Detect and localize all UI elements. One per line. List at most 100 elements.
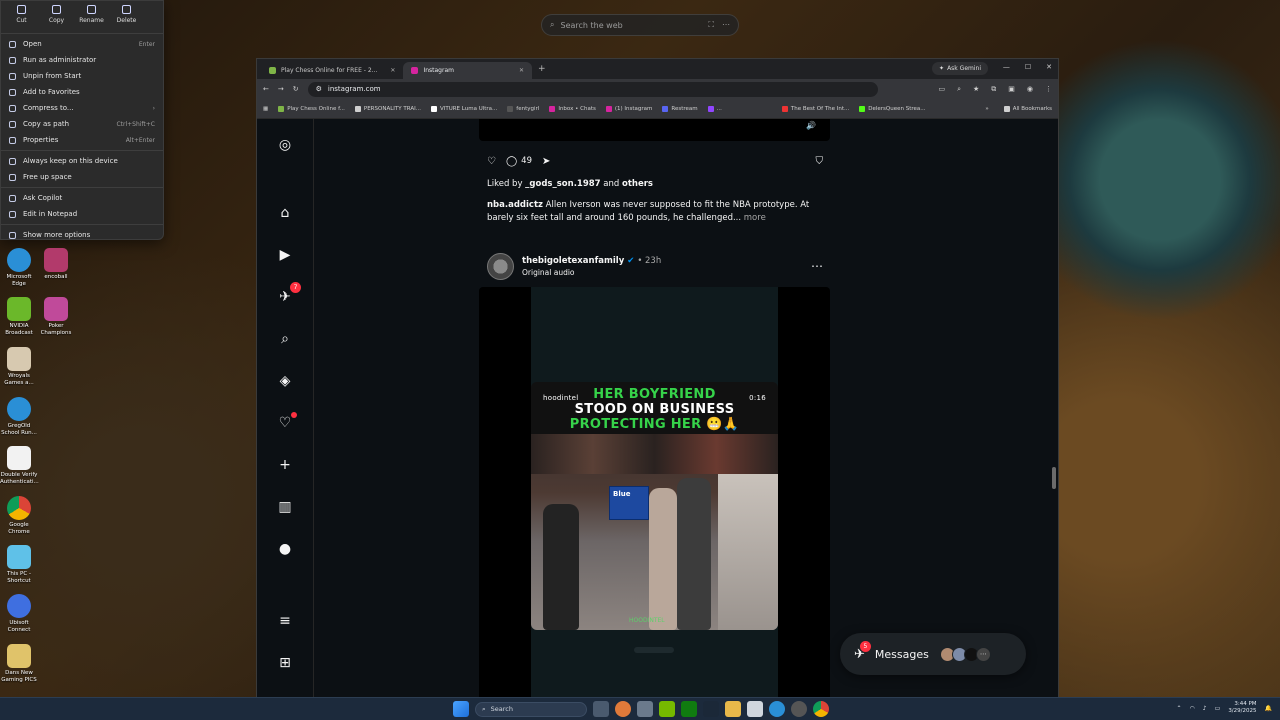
- bookmark-item[interactable]: The Best Of The Int...: [781, 105, 849, 112]
- menu-icon[interactable]: ⋮: [1045, 85, 1052, 94]
- post-options-icon[interactable]: ⋯: [811, 259, 823, 273]
- store-icon[interactable]: [747, 701, 763, 717]
- messages-button[interactable]: ✈ 5 Messages ⋯: [840, 633, 1026, 675]
- bookmark-item[interactable]: Inbox • Chats: [549, 105, 596, 112]
- ask-gemini-button[interactable]: ✦ Ask Gemini: [932, 62, 988, 75]
- instagram-logo-icon[interactable]: ◎: [275, 135, 295, 155]
- clock[interactable]: 3:44 PM 3/29/2025: [1228, 701, 1256, 715]
- dashboard-icon[interactable]: ▥: [275, 497, 295, 517]
- nvidia-icon[interactable]: [659, 701, 675, 717]
- close-window-button[interactable]: ✕: [1046, 63, 1052, 71]
- desktop-icon-encoball[interactable]: encoball: [37, 248, 75, 281]
- visual-search-icon[interactable]: ⛶: [708, 20, 714, 30]
- bookmark-star-icon[interactable]: ★: [973, 85, 979, 94]
- bookmark-item[interactable]: VITURE Luma Ultra...: [430, 105, 497, 112]
- tab-chess[interactable]: Play Chess Online for FREE - 2... ✕: [261, 62, 403, 79]
- explore-icon[interactable]: ◈: [275, 371, 295, 391]
- reload-icon[interactable]: ↻: [293, 85, 299, 93]
- delete-button[interactable]: Delete: [110, 5, 143, 27]
- desktop-icon-wroyals[interactable]: Wroyals Games a...: [0, 347, 38, 387]
- caption-username-link[interactable]: nba.addictz: [487, 200, 543, 210]
- menu-item-edit-notepad[interactable]: Edit in Notepad: [1, 206, 163, 222]
- bookmark-apps-icon[interactable]: ▦: [263, 106, 268, 112]
- bookmark-item[interactable]: fentygirl: [507, 105, 539, 112]
- task-view-icon[interactable]: [593, 701, 609, 717]
- volume-icon[interactable]: 🔊: [806, 121, 816, 130]
- notifications-bell-icon[interactable]: 🔔: [1265, 705, 1272, 712]
- url-bar[interactable]: ⚙ instagram.com: [307, 81, 878, 97]
- post-video[interactable]: HER BOYFRIEND STOOD ON BUSINESS PROTECTI…: [479, 287, 830, 697]
- cast-icon[interactable]: ▭: [938, 85, 945, 94]
- start-windows-icon[interactable]: [453, 701, 469, 717]
- new-tab-button[interactable]: +: [538, 64, 546, 74]
- bookmark-item[interactable]: ...: [707, 105, 722, 112]
- bookmark-item[interactable]: (1) Instagram: [605, 105, 652, 112]
- profile-icon[interactable]: ◉: [1027, 85, 1033, 94]
- volume-icon[interactable]: ♪: [1203, 705, 1207, 712]
- desktop-icon-nvidia-broadcast[interactable]: NVIDIA Broadcast: [0, 297, 38, 337]
- search-icon[interactable]: ⌕: [275, 329, 295, 349]
- menu-item-favorites[interactable]: Add to Favorites: [1, 84, 163, 100]
- close-icon[interactable]: ✕: [519, 67, 524, 74]
- avatar[interactable]: [487, 252, 514, 280]
- video-clip[interactable]: HER BOYFRIEND STOOD ON BUSINESS PROTECTI…: [531, 382, 778, 630]
- reels-icon[interactable]: ▶: [275, 245, 295, 265]
- post-audio-link[interactable]: Original audio: [522, 268, 661, 277]
- back-icon[interactable]: ←: [263, 85, 269, 93]
- extensions-icon[interactable]: ⧉: [991, 85, 996, 94]
- more-icon[interactable]: ⋯: [722, 20, 730, 30]
- menu-item-properties[interactable]: Properties Alt+Enter: [1, 132, 163, 148]
- app-icon[interactable]: [791, 701, 807, 717]
- menu-item-show-more[interactable]: Show more options: [1, 227, 163, 243]
- liked-by-others-link[interactable]: others: [622, 179, 653, 189]
- battery-icon[interactable]: ▭: [1215, 705, 1221, 712]
- notifications-heart-icon[interactable]: ♡: [275, 412, 297, 433]
- desktop-icon-gregold[interactable]: GregOld School Run...: [0, 397, 38, 437]
- menu-item-keep-on-device[interactable]: Always keep on this device: [1, 153, 163, 169]
- maximize-button[interactable]: ☐: [1025, 63, 1031, 71]
- direct-messages-icon[interactable]: ✈ 7: [275, 282, 301, 307]
- desktop-search-bar[interactable]: ⌕ Search the web ⛶ ⋯: [541, 14, 739, 36]
- rename-button[interactable]: Rename: [75, 5, 108, 27]
- save-bookmark-icon[interactable]: ⛉: [816, 156, 824, 167]
- chevron-up-icon[interactable]: ⌃: [1177, 705, 1182, 712]
- tab-instagram[interactable]: Instagram ✕: [403, 62, 532, 79]
- menu-item-ask-copilot[interactable]: Ask Copilot: [1, 190, 163, 206]
- desktop-icon-this-pc[interactable]: This PC - Shortcut: [0, 545, 38, 585]
- desktop-icon-ubisoft[interactable]: Ubisoft Connect: [0, 594, 38, 634]
- close-icon[interactable]: ✕: [390, 67, 395, 74]
- chrome-icon[interactable]: [813, 701, 829, 717]
- post-username-link[interactable]: thebigoletexanfamily: [522, 256, 624, 266]
- profile-avatar-icon[interactable]: ●: [275, 539, 295, 559]
- file-explorer-icon[interactable]: [725, 701, 741, 717]
- browser-app-icon[interactable]: [615, 701, 631, 717]
- desktop-icon-edge[interactable]: Microsoft Edge: [0, 248, 38, 288]
- desktop-icon-chrome[interactable]: Google Chrome: [0, 496, 38, 536]
- steam-icon[interactable]: [703, 701, 719, 717]
- caption-more-link[interactable]: more: [741, 213, 766, 223]
- comment-icon[interactable]: ◯: [506, 156, 517, 167]
- desktop-icon-gaming-pics[interactable]: Dans New Gaming PICS: [0, 644, 38, 684]
- hamburger-menu-icon[interactable]: ≡: [275, 611, 295, 631]
- also-from-meta-icon[interactable]: ⊞: [275, 653, 295, 673]
- bookmark-item[interactable]: Play Chess Online f...: [278, 105, 345, 112]
- forward-icon[interactable]: →: [278, 85, 284, 93]
- menu-item-run-as-admin[interactable]: Run as administrator: [1, 52, 163, 68]
- create-plus-icon[interactable]: +: [275, 455, 295, 475]
- bookmark-item[interactable]: PERSONALITY TRAI...: [354, 105, 421, 112]
- xbox-icon[interactable]: [681, 701, 697, 717]
- site-info-icon[interactable]: ⚙: [316, 85, 322, 93]
- menu-item-free-up-space[interactable]: Free up space: [1, 169, 163, 185]
- menu-item-copy-path[interactable]: Copy as path Ctrl+Shift+C: [1, 116, 163, 132]
- wifi-icon[interactable]: ◠: [1190, 705, 1195, 712]
- desktop-icon-double-verify[interactable]: Double Verify Authenticati...: [0, 446, 39, 486]
- bookmark-item[interactable]: Restream: [662, 105, 698, 112]
- cut-button[interactable]: Cut: [5, 5, 38, 27]
- menu-item-compress[interactable]: Compress to... ›: [1, 100, 163, 116]
- zoom-icon[interactable]: ⌕: [957, 85, 961, 94]
- menu-item-unpin[interactable]: Unpin from Start: [1, 68, 163, 84]
- home-icon[interactable]: ⌂: [275, 203, 295, 223]
- edge-icon[interactable]: [769, 701, 785, 717]
- liked-by-user-link[interactable]: _gods_son.1987: [525, 179, 600, 189]
- menu-item-open[interactable]: Open Enter: [1, 36, 163, 52]
